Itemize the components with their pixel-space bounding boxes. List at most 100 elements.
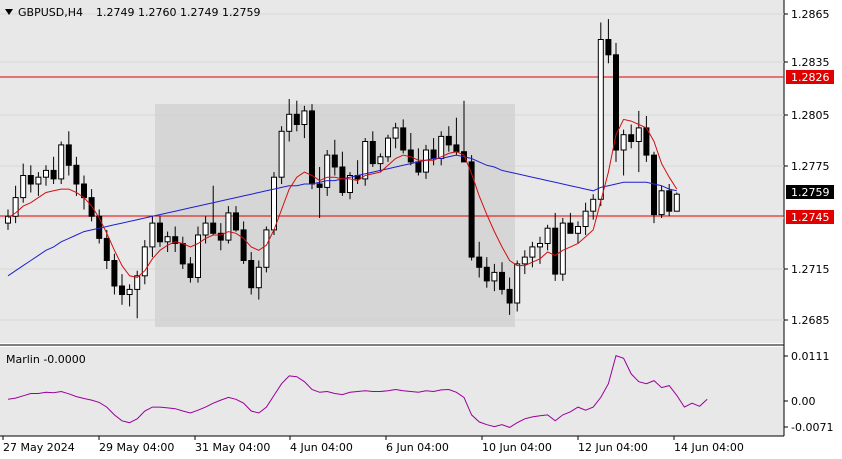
- indicator-label: Marlin -0.0000: [6, 353, 86, 366]
- candle-body-bear: [309, 110, 315, 185]
- candle-body-bear: [111, 260, 118, 287]
- candle-body-bear: [445, 135, 452, 146]
- candle[interactable]: [362, 138, 369, 186]
- candle-body-bull: [658, 190, 665, 216]
- candle-body-bear: [240, 229, 247, 261]
- candle-body-bull: [438, 135, 445, 159]
- candle-body-bull: [514, 263, 521, 304]
- candle-body-bull: [635, 127, 642, 143]
- candle-body-bull: [582, 210, 589, 227]
- candle-body-bull: [202, 222, 209, 236]
- indicator-axis[interactable]: 0.0111 0.00 -0.0071: [784, 350, 833, 434]
- time-tick: 12 Jun 04:00: [578, 441, 648, 454]
- candle-body-bear: [506, 288, 513, 304]
- time-tick: 29 May 04:00: [99, 441, 174, 454]
- candle[interactable]: [468, 155, 475, 261]
- candle[interactable]: [673, 192, 680, 212]
- candle[interactable]: [651, 151, 657, 224]
- candle-body-bear: [499, 271, 505, 290]
- chart-window: GBPUSD,H4 1.2749 1.2760 1.2749 1.2759 Ma…: [0, 0, 842, 459]
- candle-body-bull: [278, 130, 285, 178]
- candle-body-bear: [415, 161, 422, 173]
- candle-body-bull: [673, 193, 680, 212]
- candle-body-bear: [103, 237, 110, 261]
- candle-body-bear: [187, 263, 194, 278]
- time-tick: 6 Jun 04:00: [386, 441, 449, 454]
- candle-body-bull: [597, 39, 604, 200]
- candle-body-bear: [628, 134, 635, 142]
- candle[interactable]: [263, 226, 270, 273]
- candle-body-bull: [43, 169, 49, 178]
- price-tick: 1.2835: [791, 56, 830, 69]
- candle[interactable]: [278, 126, 285, 184]
- candle-body-bear: [430, 149, 437, 159]
- candle-body-bull: [225, 212, 232, 241]
- time-tick: 10 Jun 04:00: [482, 441, 552, 454]
- price-tick: 1.2805: [791, 109, 830, 122]
- ohlc-values: 1.2749 1.2760 1.2749 1.2759: [96, 6, 260, 19]
- level-low-tag-text: 1.2745: [791, 211, 830, 224]
- candle-body-bull: [377, 156, 384, 165]
- candle-body-bull: [255, 266, 262, 289]
- indicator-tick: 0.00: [791, 395, 816, 408]
- candle[interactable]: [597, 22, 604, 207]
- price-axis[interactable]: 1.2865 1.2835 1.2805 1.2775 1.2715 1.268…: [784, 8, 830, 327]
- candle-body-bear: [400, 127, 407, 151]
- candle-body-bull: [35, 176, 42, 185]
- time-tick: 27 May 2024: [3, 441, 75, 454]
- candle-body-bull: [141, 246, 148, 277]
- candle-body-bull: [195, 234, 201, 278]
- candle-body-bull: [324, 154, 331, 188]
- candle-body-bear: [248, 260, 255, 289]
- candle-body-bear: [27, 175, 34, 185]
- candle-body-bear: [293, 113, 300, 126]
- candle-body-bull: [392, 127, 399, 139]
- candle-body-bull: [537, 243, 543, 248]
- candle[interactable]: [58, 141, 65, 185]
- time-tick: 4 Jun 04:00: [290, 441, 353, 454]
- candle-body-bull: [126, 288, 133, 295]
- candle-body-bear: [81, 183, 87, 199]
- candle-body-bear: [453, 144, 460, 153]
- candle-body-bear: [316, 183, 323, 188]
- indicator-pane[interactable]: [0, 347, 784, 436]
- symbol-label: GBPUSD,H4: [18, 6, 83, 19]
- candle-body-bull: [559, 222, 566, 275]
- candle-body-bull: [164, 236, 171, 243]
- candle-body-bull: [521, 256, 528, 265]
- candle-body-bear: [157, 222, 163, 243]
- candle-body-bear: [605, 39, 612, 56]
- time-tick: 14 Jun 04:00: [674, 441, 744, 454]
- candle-body-bear: [233, 212, 239, 231]
- candle-body-bull: [58, 144, 65, 180]
- candle-body-bear: [552, 227, 559, 275]
- candle-body-bear: [179, 243, 186, 265]
- candle-body-bear: [666, 190, 673, 212]
- candle[interactable]: [195, 226, 201, 283]
- chart-canvas[interactable]: GBPUSD,H4 1.2749 1.2760 1.2749 1.2759 Ma…: [0, 0, 842, 459]
- candle-body-bull: [385, 137, 391, 158]
- candle-body-bear: [73, 164, 80, 185]
- price-tick: 1.2715: [791, 263, 830, 276]
- candle-body-bear: [119, 285, 125, 295]
- time-axis[interactable]: 27 May 2024 29 May 04:00 31 May 04:00 4 …: [2, 436, 744, 454]
- candle-body-bear: [210, 222, 217, 234]
- candle-body-bear: [50, 169, 57, 180]
- price-tick: 1.2865: [791, 8, 830, 21]
- candle[interactable]: [658, 185, 665, 218]
- indicator-tick: 0.0111: [791, 350, 830, 363]
- indicator-tick: -0.0071: [791, 421, 833, 434]
- candle-body-bear: [369, 141, 376, 165]
- price-tick: 1.2775: [791, 160, 830, 173]
- candle-body-bull: [575, 226, 581, 234]
- candle-body-bear: [483, 266, 490, 282]
- candle-body-bull: [263, 229, 270, 268]
- candle-body-bull: [529, 246, 536, 258]
- candle-body-bull: [590, 198, 597, 212]
- price-tick: 1.2685: [791, 314, 830, 327]
- candle-body-bear: [468, 161, 475, 258]
- candle-body-bull: [20, 175, 27, 199]
- candle-body-bull: [491, 271, 498, 282]
- candle-body-bull: [286, 113, 293, 132]
- current-price-tag-text: 1.2759: [791, 186, 830, 199]
